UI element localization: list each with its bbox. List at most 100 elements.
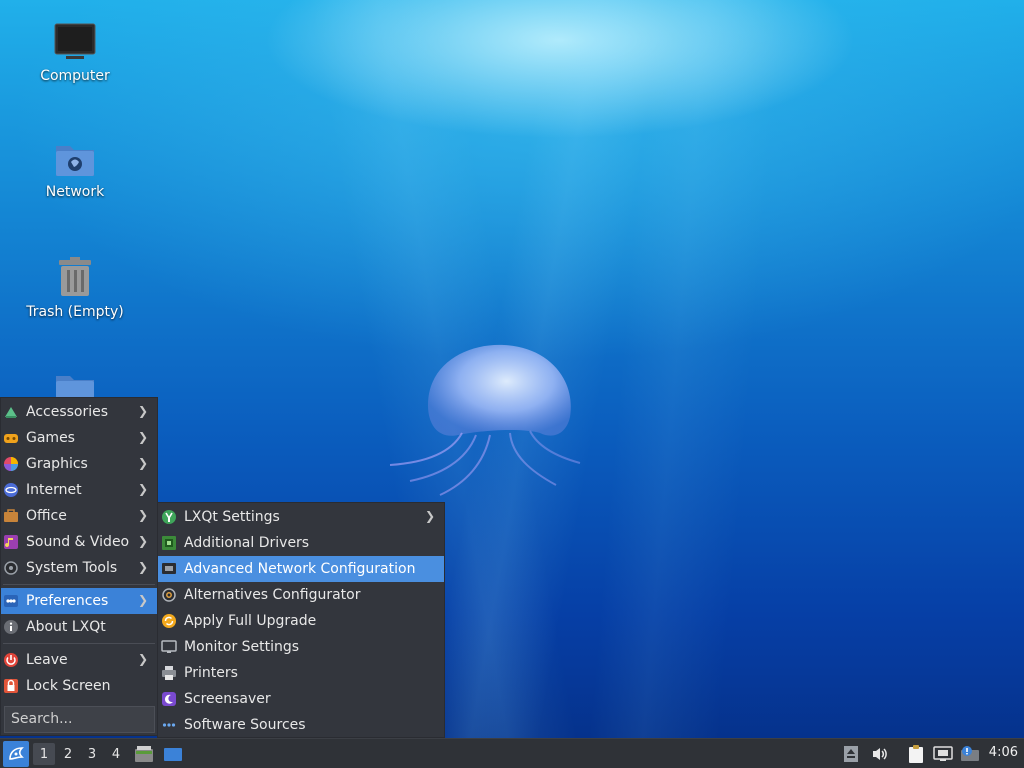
desktop-icon-trash[interactable]: Trash (Empty) bbox=[20, 256, 130, 320]
tray-volume[interactable] bbox=[869, 743, 891, 765]
menu-item-office[interactable]: Office ❯ bbox=[1, 503, 157, 529]
file-manager-icon bbox=[135, 746, 153, 762]
notification-icon bbox=[961, 746, 979, 761]
submenu-item-advanced-network-configuration[interactable]: Advanced Network Configuration bbox=[158, 556, 444, 582]
submenu-item-label: Software Sources bbox=[184, 717, 306, 733]
menu-item-label: Accessories bbox=[26, 404, 109, 420]
submenu-item-label: Monitor Settings bbox=[184, 639, 300, 655]
submenu-item-label: Advanced Network Configuration bbox=[184, 561, 416, 577]
workspace-3[interactable]: 3 bbox=[81, 743, 103, 765]
application-menu: Accessories ❯ Games ❯ Graphics ❯ Interne… bbox=[0, 397, 158, 736]
chevron-right-icon: ❯ bbox=[137, 652, 148, 666]
submenu-item-label: Screensaver bbox=[184, 691, 271, 707]
submenu-item-screensaver[interactable]: Screensaver bbox=[158, 686, 444, 712]
menu-separator bbox=[3, 584, 155, 585]
screensaver-icon bbox=[161, 691, 177, 707]
submenu-item-printers[interactable]: Printers bbox=[158, 660, 444, 686]
chevron-right-icon: ❯ bbox=[137, 430, 148, 444]
tray-updates[interactable] bbox=[840, 743, 862, 765]
submenu-item-label: Printers bbox=[184, 665, 238, 681]
software-sources-icon bbox=[161, 717, 177, 733]
lock-icon bbox=[3, 678, 19, 694]
workspace-4[interactable]: 4 bbox=[105, 743, 127, 765]
submenu-item-label: Apply Full Upgrade bbox=[184, 613, 317, 629]
clipboard-icon bbox=[909, 745, 923, 763]
menu-item-lock-screen[interactable]: Lock Screen bbox=[1, 673, 157, 699]
about-icon bbox=[3, 619, 19, 635]
sound-video-icon bbox=[3, 534, 19, 550]
chevron-right-icon: ❯ bbox=[137, 404, 148, 418]
submenu-item-apply-full-upgrade[interactable]: Apply Full Upgrade bbox=[158, 608, 444, 634]
lxqt-settings-icon bbox=[161, 509, 177, 525]
accessories-icon bbox=[3, 404, 19, 420]
submenu-item-lxqt-settings[interactable]: LXQt Settings ❯ bbox=[158, 504, 444, 530]
menu-item-label: Sound & Video bbox=[26, 534, 130, 550]
menu-separator bbox=[3, 643, 155, 644]
menu-item-label: Games bbox=[26, 430, 75, 446]
monitor-icon bbox=[161, 639, 177, 655]
menu-item-label: About LXQt bbox=[26, 619, 106, 635]
menu-item-label: Preferences bbox=[26, 593, 109, 609]
eject-icon bbox=[844, 746, 858, 762]
submenu-item-alternatives-configurator[interactable]: Alternatives Configurator bbox=[158, 582, 444, 608]
menu-item-about-lxqt[interactable]: About LXQt bbox=[1, 614, 157, 640]
menu-item-leave[interactable]: Leave ❯ bbox=[1, 647, 157, 673]
menu-search-input[interactable]: Search... bbox=[4, 706, 155, 733]
chevron-right-icon: ❯ bbox=[137, 456, 148, 470]
menu-item-graphics[interactable]: Graphics ❯ bbox=[1, 451, 157, 477]
submenu-item-label: Alternatives Configurator bbox=[184, 587, 361, 603]
desktop-icon-label: Trash (Empty) bbox=[26, 304, 124, 320]
submenu-item-additional-drivers[interactable]: Additional Drivers bbox=[158, 530, 444, 556]
menu-item-system-tools[interactable]: System Tools ❯ bbox=[1, 555, 157, 581]
chevron-right-icon: ❯ bbox=[137, 534, 148, 548]
internet-icon bbox=[3, 482, 19, 498]
preferences-icon bbox=[3, 593, 19, 609]
submenu-item-monitor-settings[interactable]: Monitor Settings bbox=[158, 634, 444, 660]
network-folder-icon bbox=[56, 146, 94, 176]
desktop-icon-label: Computer bbox=[40, 68, 110, 84]
menu-item-label: System Tools bbox=[26, 560, 118, 576]
tray-clipboard[interactable] bbox=[905, 743, 927, 765]
office-icon bbox=[3, 508, 19, 524]
volume-icon bbox=[873, 748, 887, 760]
desktop-icon-network[interactable]: Network bbox=[20, 140, 130, 200]
upgrade-icon bbox=[161, 613, 177, 629]
menu-item-sound-video[interactable]: Sound & Video ❯ bbox=[1, 529, 157, 555]
start-menu-button[interactable] bbox=[3, 741, 29, 767]
drivers-icon bbox=[161, 535, 177, 551]
desktop-icon-computer[interactable]: Computer bbox=[20, 22, 130, 84]
menu-item-label: Graphics bbox=[26, 456, 88, 472]
menu-item-games[interactable]: Games ❯ bbox=[1, 425, 157, 451]
menu-item-internet[interactable]: Internet ❯ bbox=[1, 477, 157, 503]
chevron-right-icon: ❯ bbox=[137, 482, 148, 496]
menu-item-preferences[interactable]: Preferences ❯ bbox=[1, 588, 157, 614]
tray-notification[interactable] bbox=[959, 743, 981, 765]
workspace-1[interactable]: 1 bbox=[33, 743, 55, 765]
submenu-item-software-sources[interactable]: Software Sources bbox=[158, 712, 444, 738]
printer-icon bbox=[161, 665, 177, 681]
submenu-item-label: Additional Drivers bbox=[184, 535, 310, 551]
desktop-icon-folder[interactable] bbox=[20, 374, 130, 398]
chevron-right-icon: ❯ bbox=[137, 593, 148, 607]
lubuntu-logo-icon bbox=[9, 747, 24, 760]
chevron-right-icon: ❯ bbox=[424, 509, 435, 523]
show-desktop-button[interactable] bbox=[162, 743, 184, 765]
chevron-right-icon: ❯ bbox=[137, 560, 148, 574]
menu-item-label: Leave bbox=[26, 652, 68, 668]
jellyfish-wallpaper bbox=[389, 344, 581, 496]
menu-item-label: Lock Screen bbox=[26, 678, 111, 694]
alternatives-icon bbox=[161, 587, 177, 603]
desktop-icon bbox=[164, 748, 182, 761]
leave-icon bbox=[3, 652, 19, 668]
system-tools-icon bbox=[3, 560, 19, 576]
workspace-2[interactable]: 2 bbox=[57, 743, 79, 765]
tray-network[interactable] bbox=[932, 743, 954, 765]
desktop-icon-label: Network bbox=[45, 184, 105, 200]
graphics-icon bbox=[3, 456, 19, 472]
menu-item-label: Office bbox=[26, 508, 67, 524]
menu-item-accessories[interactable]: Accessories ❯ bbox=[1, 399, 157, 425]
games-icon bbox=[3, 430, 19, 446]
network-config-icon bbox=[161, 561, 177, 577]
file-manager-launcher[interactable] bbox=[133, 743, 155, 765]
clock[interactable]: 4:06 bbox=[989, 745, 1018, 760]
